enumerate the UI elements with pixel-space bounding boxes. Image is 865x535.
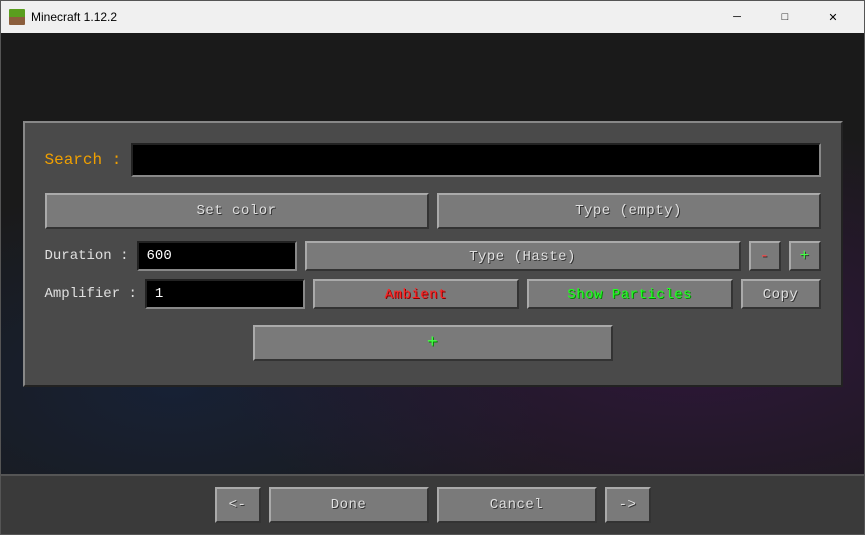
set-color-button[interactable]: Set color: [45, 193, 429, 229]
amplifier-row: Amplifier : Ambient Show Particles Copy: [45, 279, 821, 309]
amplifier-label: Amplifier :: [45, 286, 137, 302]
bottom-bar: <- Done Cancel ->: [1, 474, 864, 534]
search-row: Search :: [45, 143, 821, 177]
top-button-row: Set color Type (empty): [45, 193, 821, 229]
main-content: Search : Set color Type (empty) Duration…: [1, 33, 864, 474]
title-bar-controls: ─ □ ✕: [714, 7, 856, 27]
minus-button[interactable]: -: [749, 241, 781, 271]
title-bar: Minecraft 1.12.2 ─ □ ✕: [1, 1, 864, 33]
minimize-button[interactable]: ─: [714, 7, 760, 27]
close-button[interactable]: ✕: [810, 7, 856, 27]
show-particles-button[interactable]: Show Particles: [527, 279, 733, 309]
title-bar-left: Minecraft 1.12.2: [9, 9, 117, 25]
middle-section: Duration : Type (Haste) - + Amplifier : …: [45, 241, 821, 309]
maximize-button[interactable]: □: [762, 7, 808, 27]
app-icon: [9, 9, 25, 25]
duration-row: Duration : Type (Haste) - +: [45, 241, 821, 271]
window-title: Minecraft 1.12.2: [31, 10, 117, 24]
duration-input[interactable]: [137, 241, 297, 271]
type-empty-button[interactable]: Type (empty): [437, 193, 821, 229]
add-effect-row: +: [45, 325, 821, 361]
plus-button[interactable]: +: [789, 241, 821, 271]
type-haste-button[interactable]: Type (Haste): [305, 241, 741, 271]
ambient-button[interactable]: Ambient: [313, 279, 519, 309]
amplifier-input[interactable]: [145, 279, 305, 309]
cancel-button[interactable]: Cancel: [437, 487, 597, 523]
add-effect-button[interactable]: +: [253, 325, 613, 361]
done-button[interactable]: Done: [269, 487, 429, 523]
prev-button[interactable]: <-: [215, 487, 261, 523]
window: Minecraft 1.12.2 ─ □ ✕ Search : Set colo…: [0, 0, 865, 535]
next-button[interactable]: ->: [605, 487, 651, 523]
dialog-panel: Search : Set color Type (empty) Duration…: [23, 121, 843, 387]
search-label: Search :: [45, 151, 122, 169]
duration-label: Duration :: [45, 248, 129, 264]
copy-button[interactable]: Copy: [741, 279, 821, 309]
search-input[interactable]: [131, 143, 820, 177]
